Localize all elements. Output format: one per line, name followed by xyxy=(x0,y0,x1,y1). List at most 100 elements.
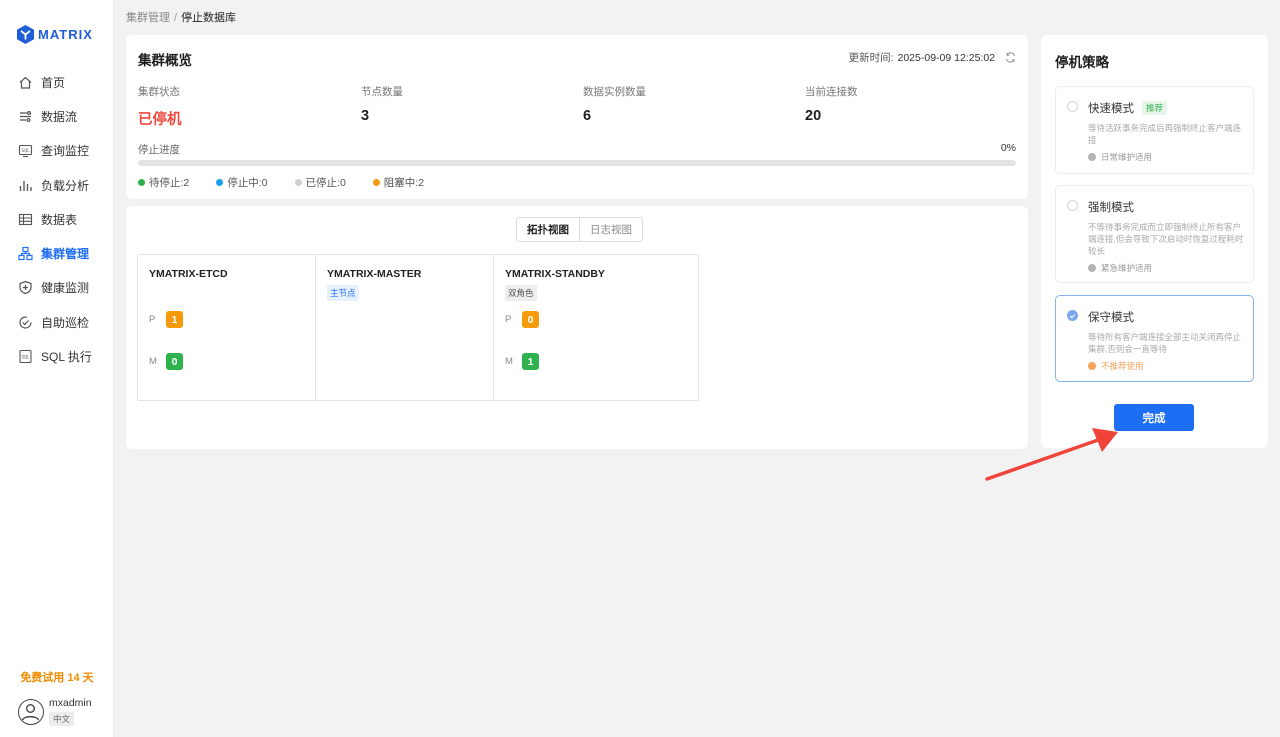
nav-item-self-inspection[interactable]: 自助巡检 xyxy=(0,305,114,339)
primary-row: P 1 xyxy=(149,311,183,328)
nav-label: 首页 xyxy=(41,75,66,90)
table-icon xyxy=(18,212,33,227)
stopped-dot-icon xyxy=(294,179,302,186)
connection-count-value: 20 xyxy=(805,108,822,124)
option-fast-mode[interactable]: 快速模式 推荐 等待活跃事务完成后再强制终止客户端连接 日常维护适用 xyxy=(1055,86,1254,174)
strategy-title: 停机策略 xyxy=(1055,55,1109,70)
node-role-tag: 双角色 xyxy=(505,285,537,301)
force-mode-radio[interactable] xyxy=(1067,200,1078,211)
node-name: YMATRIX-STANDBY xyxy=(505,268,605,280)
option-note: 紧急维护适用 xyxy=(1088,262,1152,274)
nav-item-query-monitor[interactable]: SQL 查询监控 xyxy=(0,134,114,168)
nav-label: 数据流 xyxy=(41,109,78,124)
legend-stopped: 已停止:0 xyxy=(294,175,346,190)
nav-item-cluster-management[interactable]: 集群管理 xyxy=(0,236,114,270)
nav-item-tables[interactable]: 数据表 xyxy=(0,202,114,236)
tab-log-view[interactable]: 日志视图 xyxy=(580,218,642,241)
primary-label: P xyxy=(149,314,156,325)
option-title: 保守模式 xyxy=(1088,309,1134,325)
mirror-row: M 1 xyxy=(505,353,539,370)
nav-label: 集群管理 xyxy=(41,247,90,262)
option-note-text: 日常维护适用 xyxy=(1101,152,1153,162)
node-grid: YMATRIX-ETCD P 1 M 0 YMATRIX-MASTER 主节点 … xyxy=(137,254,699,401)
avatar-icon xyxy=(18,699,44,725)
refresh-icon[interactable] xyxy=(1005,52,1016,63)
option-conservative-mode[interactable]: 保守模式 等待所有客户端连接全部主动关闭再停止集群,否则会一直等待 不推荐使用 xyxy=(1055,295,1254,382)
node-role-tag: 主节点 xyxy=(327,285,359,301)
sql-monitor-icon: SQL xyxy=(18,143,33,158)
pending-dot-icon xyxy=(138,179,145,186)
free-trial-notice[interactable]: 免费试用 14 天 xyxy=(0,669,114,685)
done-button[interactable]: 完成 xyxy=(1114,404,1194,431)
stopping-dot-icon xyxy=(216,179,224,186)
legend-label: 已停止:0 xyxy=(305,177,346,189)
option-note: 不推荐使用 xyxy=(1088,360,1144,372)
sidebar: MATRIX 首页 数据流 SQL 查询监控 负载分析 数据表 集群管理 健康监… xyxy=(0,0,114,737)
cluster-status-value: 已停机 xyxy=(138,112,182,128)
fast-mode-radio[interactable] xyxy=(1067,101,1078,112)
user-profile[interactable]: mxadmin 中文 xyxy=(18,697,92,727)
option-title: 快速模式 推荐 xyxy=(1088,100,1168,116)
primary-label: P xyxy=(505,314,512,325)
nav-label: 查询监控 xyxy=(41,144,90,159)
shield-icon xyxy=(18,280,33,295)
option-title-text: 保守模式 xyxy=(1088,312,1134,324)
brand-name: MATRIX xyxy=(38,27,93,42)
warning-icon xyxy=(1088,362,1096,370)
mirror-label: M xyxy=(149,356,157,367)
stop-progress-bar xyxy=(138,160,1016,166)
username: mxadmin xyxy=(49,697,92,709)
option-title-text: 强制模式 xyxy=(1088,202,1134,214)
stat-label: 当前连接数 xyxy=(805,86,858,98)
legend-label: 停止中:0 xyxy=(227,177,268,189)
topology-card: 拓扑视图 日志视图 YMATRIX-ETCD P 1 M 0 YMATRIX-M… xyxy=(126,206,1028,449)
update-timestamp: 2025-09-09 12:25:02 xyxy=(897,51,996,64)
matrix-logo-icon xyxy=(17,25,34,44)
stop-progress-percent: 0% xyxy=(1000,142,1016,154)
shutdown-strategy-card: 停机策略 快速模式 推荐 等待活跃事务完成后再强制终止客户端连接 日常维护适用 … xyxy=(1041,35,1268,448)
breadcrumb-current: 停止数据库 xyxy=(181,12,237,24)
primary-count-badge: 0 xyxy=(522,311,539,328)
stat-instance-count: 数据实例数量 6 xyxy=(583,84,646,124)
breadcrumb-separator: / xyxy=(174,12,178,24)
sql-file-icon: SQL xyxy=(18,349,33,364)
node-card-standby[interactable]: YMATRIX-STANDBY 双角色 P 0 M 1 xyxy=(494,255,698,400)
nav-item-dataflow[interactable]: 数据流 xyxy=(0,99,114,133)
nav-item-sql-execute[interactable]: SQL SQL 执行 xyxy=(0,339,114,373)
node-card-etcd[interactable]: YMATRIX-ETCD P 1 M 0 xyxy=(138,255,316,400)
user-meta: mxadmin 中文 xyxy=(49,697,92,727)
cluster-overview-card: 集群概览 更新时间: 2025-09-09 12:25:02 集群状态 已停机 … xyxy=(126,35,1028,199)
home-icon xyxy=(18,75,33,90)
breadcrumb: 集群管理 / 停止数据库 xyxy=(126,9,236,25)
breadcrumb-parent[interactable]: 集群管理 xyxy=(126,12,170,24)
update-label: 更新时间: xyxy=(848,52,894,64)
option-force-mode[interactable]: 强制模式 不等待事务完成而立即强制终止所有客户端连接,但会导致下次启动时恢复过程… xyxy=(1055,185,1254,283)
nav-item-health-monitor[interactable]: 健康监测 xyxy=(0,271,114,305)
node-card-master[interactable]: YMATRIX-MASTER 主节点 xyxy=(316,255,494,400)
stat-label: 数据实例数量 xyxy=(583,86,646,98)
svg-text:SQL: SQL xyxy=(22,148,31,153)
blocked-dot-icon xyxy=(372,179,380,186)
primary-count-badge: 1 xyxy=(166,311,183,328)
nav-label: 数据表 xyxy=(41,212,78,227)
cluster-icon xyxy=(18,246,33,261)
brand-logo[interactable]: MATRIX xyxy=(17,25,93,44)
mirror-label: M xyxy=(505,356,513,367)
svg-text:SQL: SQL xyxy=(22,355,31,360)
option-description: 不等待事务完成而立即强制终止所有客户端连接,但会导致下次启动时恢复过程耗时较长 xyxy=(1088,222,1244,256)
language-switch[interactable]: 中文 xyxy=(49,712,75,726)
conservative-mode-radio[interactable] xyxy=(1067,310,1078,321)
node-name: YMATRIX-ETCD xyxy=(149,268,228,280)
nav-item-load-analysis[interactable]: 负载分析 xyxy=(0,168,114,202)
nav-item-home[interactable]: 首页 xyxy=(0,65,114,99)
stat-node-count: 节点数量 3 xyxy=(361,84,403,124)
stat-label: 集群状态 xyxy=(138,86,180,98)
option-title: 强制模式 xyxy=(1088,199,1134,215)
mirror-count-badge: 0 xyxy=(166,353,183,370)
recommended-tag: 推荐 xyxy=(1142,101,1168,115)
legend-blocked: 阻塞中:2 xyxy=(372,175,424,190)
instance-count-value: 6 xyxy=(583,108,592,124)
legend-label: 待停止:2 xyxy=(149,177,190,189)
tab-topology-view[interactable]: 拓扑视图 xyxy=(517,218,580,241)
legend-pending: 待停止:2 xyxy=(138,175,189,190)
